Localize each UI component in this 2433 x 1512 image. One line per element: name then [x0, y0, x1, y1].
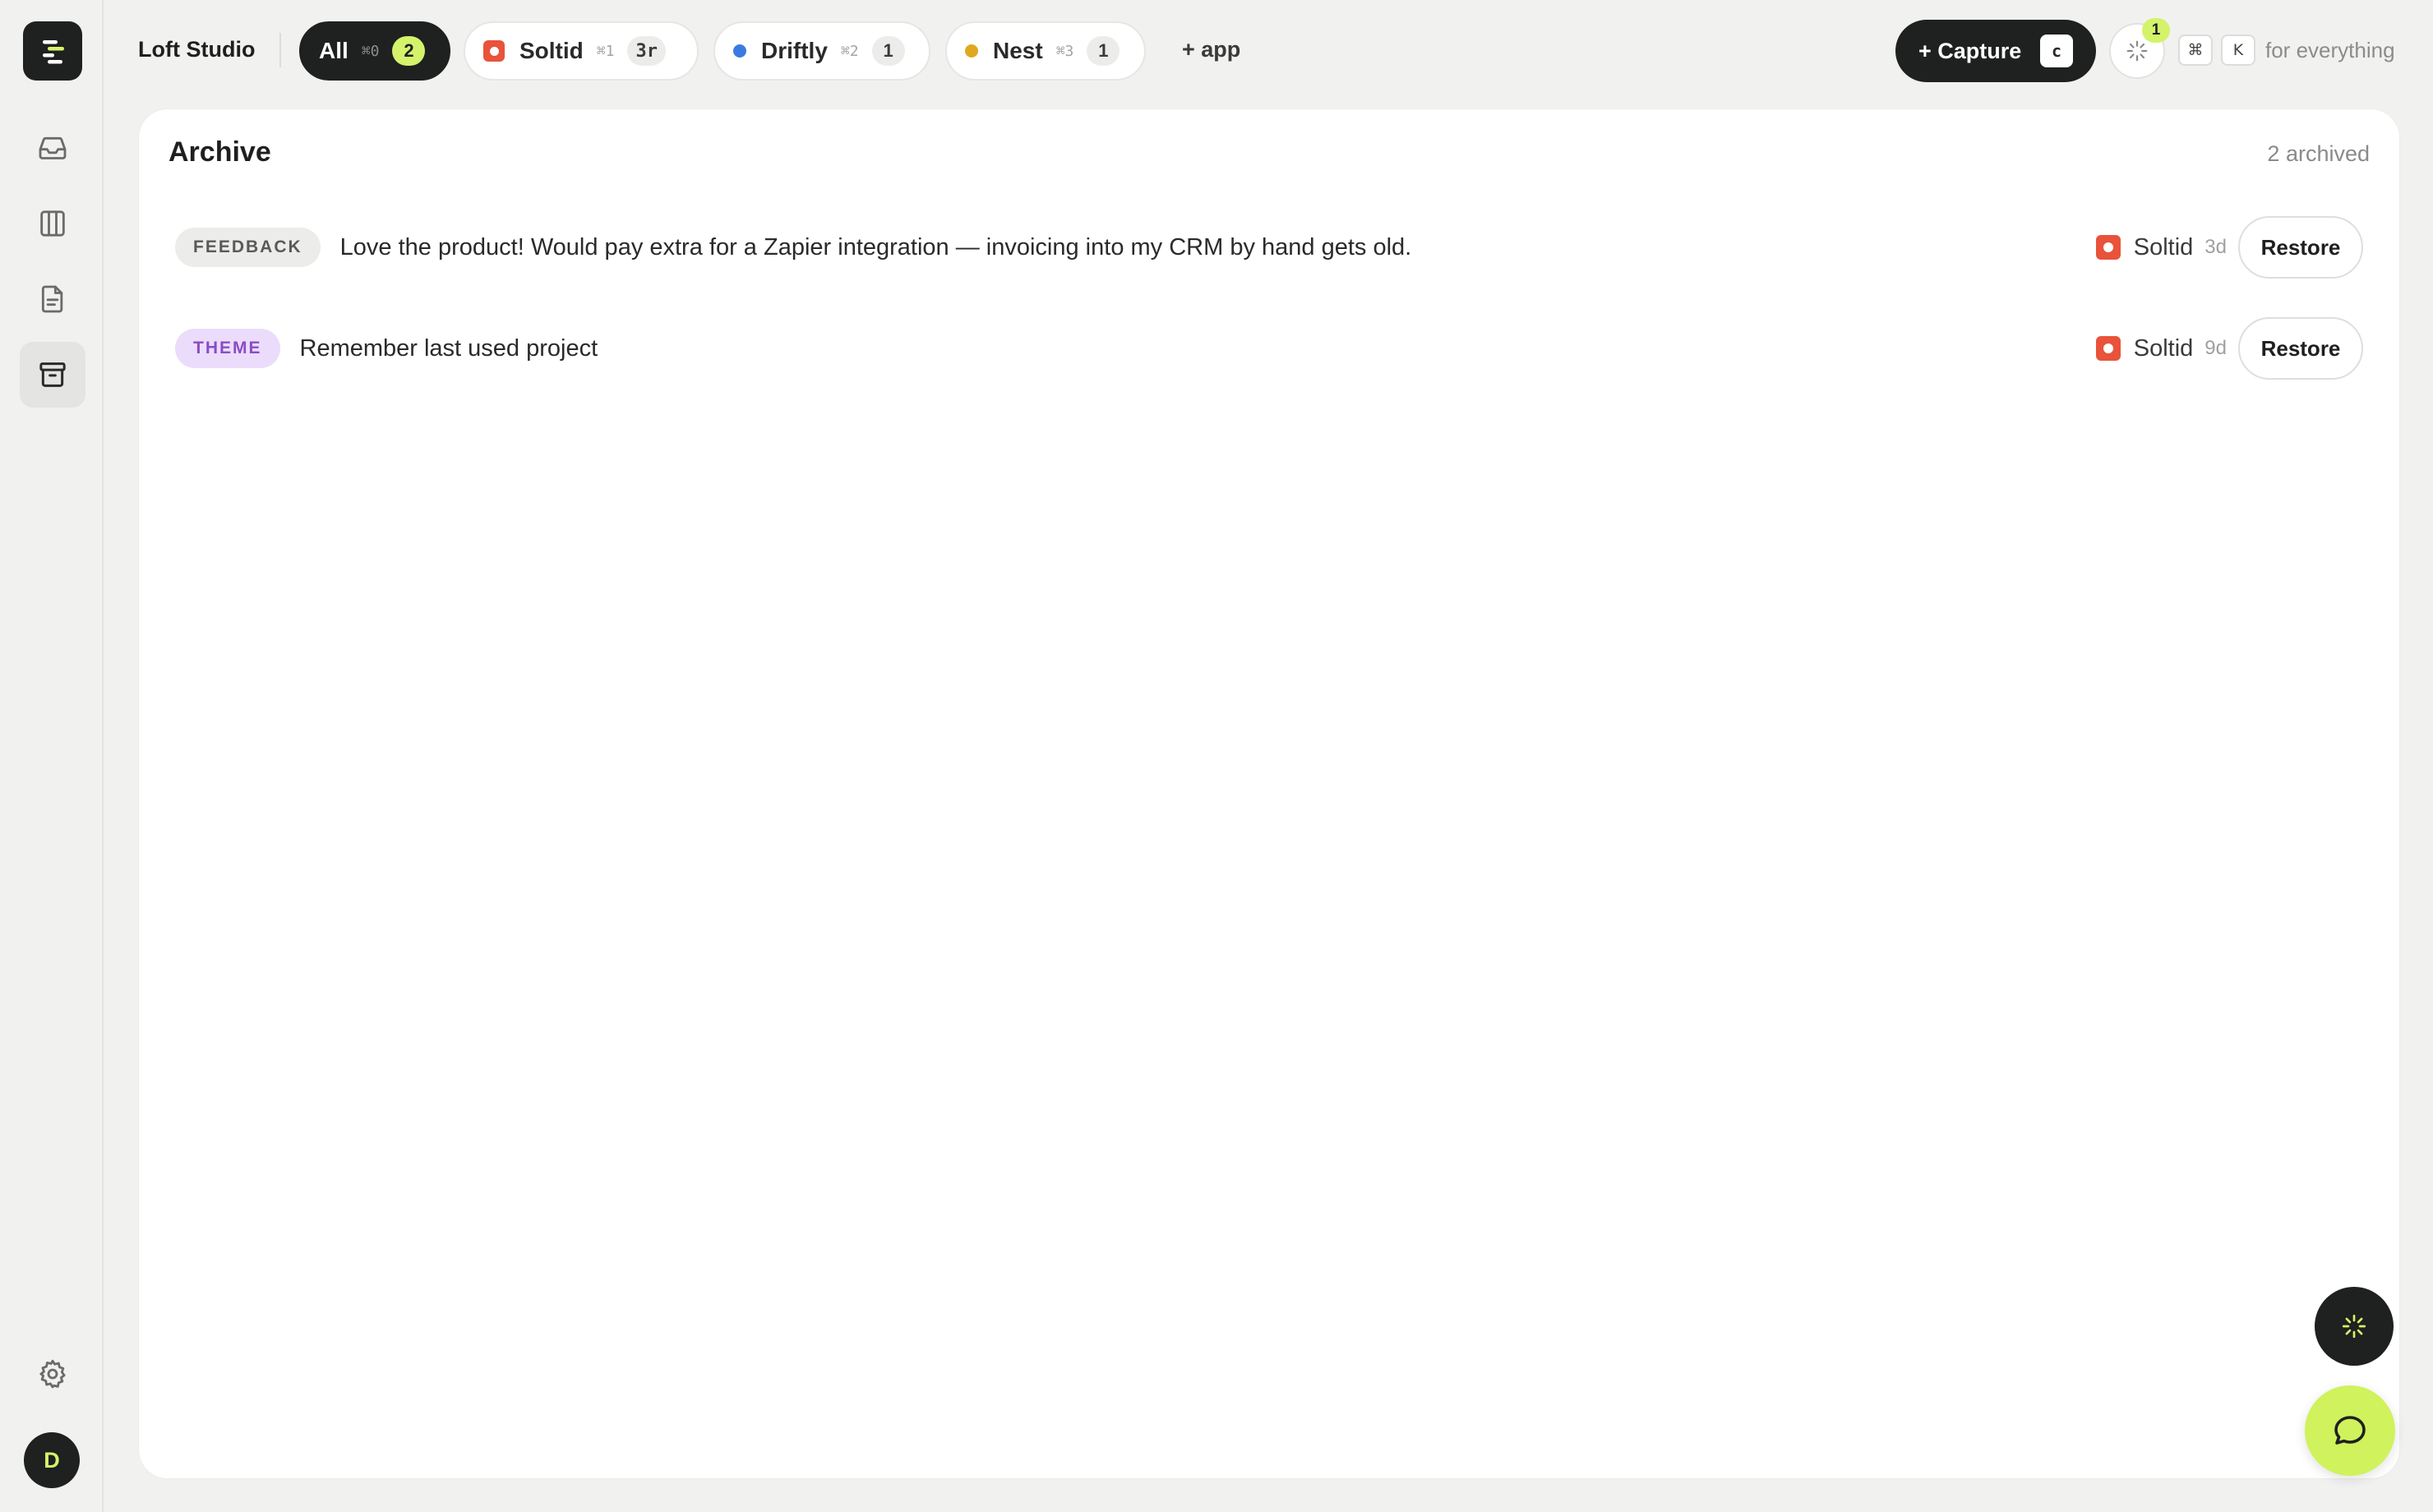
item-app-name: Soltid	[2133, 334, 2194, 362]
workspace-name[interactable]: Loft Studio	[138, 35, 255, 64]
app-logo[interactable]	[23, 21, 82, 81]
item-text: Remember last used project	[299, 334, 598, 362]
capture-label: + Capture	[1918, 38, 2022, 63]
filter-all-label: All	[319, 38, 349, 63]
command-key: ⌘	[2178, 35, 2213, 66]
archived-count: 2 archived	[2267, 141, 2370, 166]
soltid-app-icon	[2095, 336, 2121, 361]
soltid-app-icon	[2095, 235, 2121, 260]
sparkle-icon	[2126, 40, 2148, 62]
sidebar-item-board[interactable]	[20, 191, 85, 256]
soltid-app-icon	[483, 40, 505, 62]
sidebar-item-docs[interactable]	[20, 266, 85, 332]
gear-icon	[39, 1359, 66, 1389]
item-app-name: Soltid	[2133, 233, 2194, 260]
chat-button[interactable]	[2305, 1385, 2395, 1476]
ai-floating-button[interactable]	[2315, 1287, 2394, 1366]
columns-icon	[40, 210, 65, 237]
restore-button[interactable]: Restore	[2238, 317, 2363, 380]
list-item[interactable]: FEEDBACK Love the product! Would pay ext…	[175, 214, 2363, 280]
filter-driftly-shortcut: ⌘2	[840, 42, 859, 60]
list-item[interactable]: THEME Remember last used project Soltid …	[175, 316, 2363, 381]
capture-shortcut-key: c	[2040, 35, 2073, 67]
driftly-dot-icon	[733, 44, 746, 58]
archive-icon	[39, 362, 66, 387]
command-palette-hint: for everything	[2265, 38, 2395, 62]
filter-all-shortcut: ⌘0	[361, 42, 380, 60]
sidebar: D	[0, 0, 104, 1512]
divider	[279, 33, 281, 67]
settings-button[interactable]	[20, 1341, 85, 1407]
filter-nest-count: 1	[1087, 36, 1120, 66]
archive-panel: Archive 2 archived FEEDBACK Love the pro…	[138, 108, 2400, 1479]
logo-icon	[43, 40, 64, 64]
filter-driftly-label: Driftly	[761, 38, 828, 63]
sparkle-icon	[2342, 1314, 2366, 1339]
nest-dot-icon	[965, 44, 978, 58]
item-meta: Soltid 3d Restore	[2095, 216, 2363, 279]
page-title: Archive	[169, 136, 271, 168]
item-age: 9d	[2204, 337, 2227, 359]
sidebar-item-inbox[interactable]	[20, 115, 85, 181]
filter-nest-label: Nest	[993, 38, 1043, 63]
k-key: K	[2221, 35, 2255, 66]
user-avatar[interactable]: D	[24, 1432, 80, 1488]
filter-soltid-shortcut: ⌘1	[596, 42, 615, 60]
filter-soltid-count: 3r	[627, 36, 666, 66]
item-meta: Soltid 9d Restore	[2095, 317, 2363, 380]
sidebar-item-archive[interactable]	[20, 342, 85, 408]
chat-bubble-icon	[2334, 1416, 2366, 1445]
theme-tag: THEME	[175, 329, 280, 368]
ai-notification-badge: 1	[2142, 18, 2170, 43]
document-icon	[41, 285, 63, 313]
filter-nest[interactable]: Nest ⌘3 1	[945, 21, 1146, 81]
item-text: Love the product! Would pay extra for a …	[339, 233, 1412, 260]
filter-nest-shortcut: ⌘3	[1055, 42, 1074, 60]
filter-soltid[interactable]: Soltid ⌘1 3r	[464, 21, 699, 81]
inbox-icon	[39, 136, 67, 159]
add-app-button[interactable]: + app	[1182, 35, 1240, 64]
avatar-initial: D	[44, 1447, 60, 1473]
restore-button[interactable]: Restore	[2238, 216, 2363, 279]
feedback-tag: FEEDBACK	[175, 228, 321, 267]
capture-button[interactable]: + Capture c	[1895, 20, 2096, 82]
filter-soltid-label: Soltid	[519, 38, 584, 63]
filter-driftly-count: 1	[871, 36, 905, 66]
filter-all[interactable]: All ⌘0 2	[299, 21, 450, 81]
filter-all-count: 2	[392, 36, 426, 66]
filter-driftly[interactable]: Driftly ⌘2 1	[713, 21, 930, 81]
item-age: 3d	[2204, 236, 2227, 258]
